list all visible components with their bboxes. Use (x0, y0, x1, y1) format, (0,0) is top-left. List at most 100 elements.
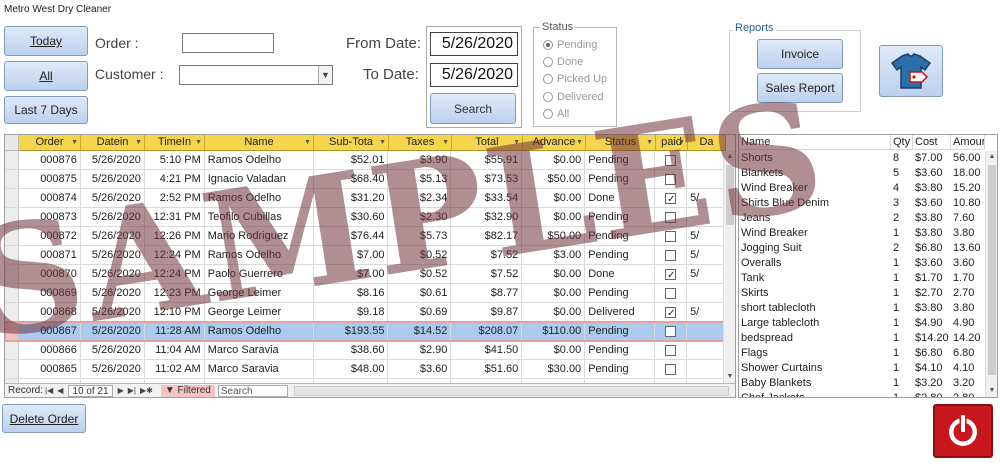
table-cell[interactable]: 5:10 PM (144, 151, 205, 170)
table-cell[interactable] (687, 360, 726, 379)
table-cell[interactable]: Ramos Odelho (204, 322, 314, 341)
table-cell[interactable]: $0.52 (388, 246, 452, 265)
table-cell[interactable]: 000872 (18, 227, 81, 246)
table-cell[interactable]: $3.00 (522, 246, 586, 265)
list-item[interactable]: Flags 1 $6.80 6.80 (739, 346, 985, 361)
status-option-pending[interactable]: Pending (543, 39, 597, 51)
table-cell[interactable]: 000875 (18, 170, 81, 189)
table-cell[interactable]: Pending (585, 322, 656, 341)
table-row[interactable]: 000872 5/26/2020 12:26 PM Mario Rodriguez $7… (5, 227, 726, 246)
table-cell[interactable]: 5/26/2020 (80, 170, 145, 189)
row-selector[interactable] (5, 322, 19, 341)
scroll-up-icon[interactable]: ▲ (986, 151, 997, 163)
table-cell[interactable]: $48.00 (313, 360, 389, 379)
table-cell[interactable] (655, 246, 688, 265)
checkbox-checked-icon[interactable] (665, 191, 677, 207)
table-cell[interactable]: 5/ (687, 189, 726, 208)
table-cell[interactable]: Pending (585, 246, 656, 265)
table-cell[interactable]: 5/26/2020 (80, 303, 145, 322)
scroll-down-icon[interactable]: ▼ (986, 385, 997, 397)
delete-order-button[interactable]: Delete Order (2, 404, 86, 433)
list-item[interactable]: Jeans 2 $3.80 7.60 (739, 211, 985, 226)
table-cell[interactable]: $52.01 (313, 151, 389, 170)
table-cell[interactable] (655, 170, 688, 189)
table-cell[interactable] (655, 303, 688, 322)
scroll-down-icon[interactable]: ▼ (724, 371, 735, 383)
table-row[interactable]: 000868 5/26/2020 12:10 PM George Leimer $9.1… (5, 303, 726, 322)
table-cell[interactable]: 000867 (18, 322, 81, 341)
all-button[interactable]: All (4, 61, 88, 91)
table-cell[interactable]: $38.60 (313, 341, 389, 360)
radio-icon[interactable] (543, 57, 553, 67)
table-cell[interactable]: Ignacio Valadan (204, 170, 314, 189)
list-item[interactable]: Overalls 1 $3.60 3.60 (739, 256, 985, 271)
items-column-header[interactable]: Name (739, 135, 891, 150)
table-cell[interactable]: 5/26/2020 (80, 284, 145, 303)
table-cell[interactable]: 000868 (18, 303, 81, 322)
table-cell[interactable]: 000870 (18, 265, 81, 284)
checkbox-icon[interactable] (665, 344, 677, 356)
scroll-thumb[interactable] (726, 165, 734, 225)
table-cell[interactable]: Delivered (585, 303, 656, 322)
next-record-icon[interactable]: ▶ (118, 386, 124, 395)
table-cell[interactable]: Paolo Guerrero (204, 265, 314, 284)
table-cell[interactable]: $31.20 (313, 189, 389, 208)
row-selector[interactable] (5, 341, 19, 360)
record-position[interactable]: 10 of 21 (68, 384, 113, 397)
table-cell[interactable]: Ramos Odelho (204, 246, 314, 265)
table-cell[interactable]: $7.52 (451, 246, 523, 265)
list-item[interactable]: short tablecloth 1 $3.80 3.80 (739, 301, 985, 316)
table-cell[interactable]: 000865 (18, 360, 81, 379)
table-cell[interactable]: $208.07 (451, 322, 523, 341)
shirt-tag-button[interactable] (879, 45, 943, 97)
list-item[interactable]: Skirts 1 $2.70 2.70 (739, 286, 985, 301)
column-filter-icon[interactable]: ▼ (135, 135, 142, 150)
table-cell[interactable] (655, 265, 688, 284)
items-column-header[interactable]: Amour (951, 135, 985, 150)
column-filter-icon[interactable]: ▼ (513, 135, 520, 150)
table-cell[interactable]: $9.87 (451, 303, 523, 322)
column-filter-icon[interactable]: ▼ (646, 135, 653, 150)
table-cell[interactable]: 000873 (18, 208, 81, 227)
list-item[interactable]: Tank 1 $1.70 1.70 (739, 271, 985, 286)
table-cell[interactable]: $30.60 (313, 208, 389, 227)
table-cell[interactable]: 12:31 PM (144, 208, 205, 227)
table-cell[interactable]: $2.34 (388, 189, 452, 208)
table-cell[interactable]: 4:21 PM (144, 170, 205, 189)
table-cell[interactable] (655, 284, 688, 303)
table-cell[interactable]: 12:24 PM (144, 265, 205, 284)
list-item[interactable]: Shower Curtains 1 $4.10 4.10 (739, 361, 985, 376)
table-cell[interactable]: $33.54 (451, 189, 523, 208)
table-cell[interactable]: $14.52 (388, 322, 452, 341)
table-cell[interactable]: $76.44 (313, 227, 389, 246)
checkbox-icon[interactable] (665, 211, 677, 223)
table-cell[interactable] (655, 341, 688, 360)
scroll-thumb[interactable] (988, 165, 996, 375)
status-option-delivered[interactable]: Delivered (543, 91, 603, 103)
table-cell[interactable]: $0.00 (522, 208, 586, 227)
table-cell[interactable]: 12:10 PM (144, 303, 205, 322)
table-cell[interactable]: $0.00 (522, 284, 586, 303)
table-cell[interactable]: 000876 (18, 151, 81, 170)
column-header-5[interactable]: Taxes ▼ (389, 135, 452, 151)
table-cell[interactable]: Pending (585, 208, 656, 227)
table-cell[interactable]: $193.55 (313, 322, 389, 341)
table-cell[interactable]: $2.90 (388, 341, 452, 360)
table-cell[interactable]: 5/26/2020 (80, 322, 145, 341)
table-cell[interactable]: George Leimer (204, 303, 314, 322)
checkbox-icon[interactable] (665, 230, 677, 242)
table-cell[interactable] (655, 360, 688, 379)
column-filter-icon[interactable]: ▼ (71, 135, 78, 150)
table-cell[interactable]: $50.00 (522, 170, 586, 189)
table-cell[interactable]: 11:04 AM (144, 341, 205, 360)
row-selector[interactable] (5, 284, 19, 303)
list-item[interactable]: Large tablecloth 1 $4.90 4.90 (739, 316, 985, 331)
list-item[interactable]: Wind Breaker 4 $3.80 15.20 (739, 181, 985, 196)
table-cell[interactable]: 5/26/2020 (80, 246, 145, 265)
table-cell[interactable]: $68.40 (313, 170, 389, 189)
table-cell[interactable] (655, 322, 688, 341)
table-cell[interactable]: 5/26/2020 (80, 151, 145, 170)
exit-button[interactable] (933, 404, 993, 458)
table-cell[interactable]: Pending (585, 341, 656, 360)
search-button[interactable]: Search (430, 93, 516, 124)
